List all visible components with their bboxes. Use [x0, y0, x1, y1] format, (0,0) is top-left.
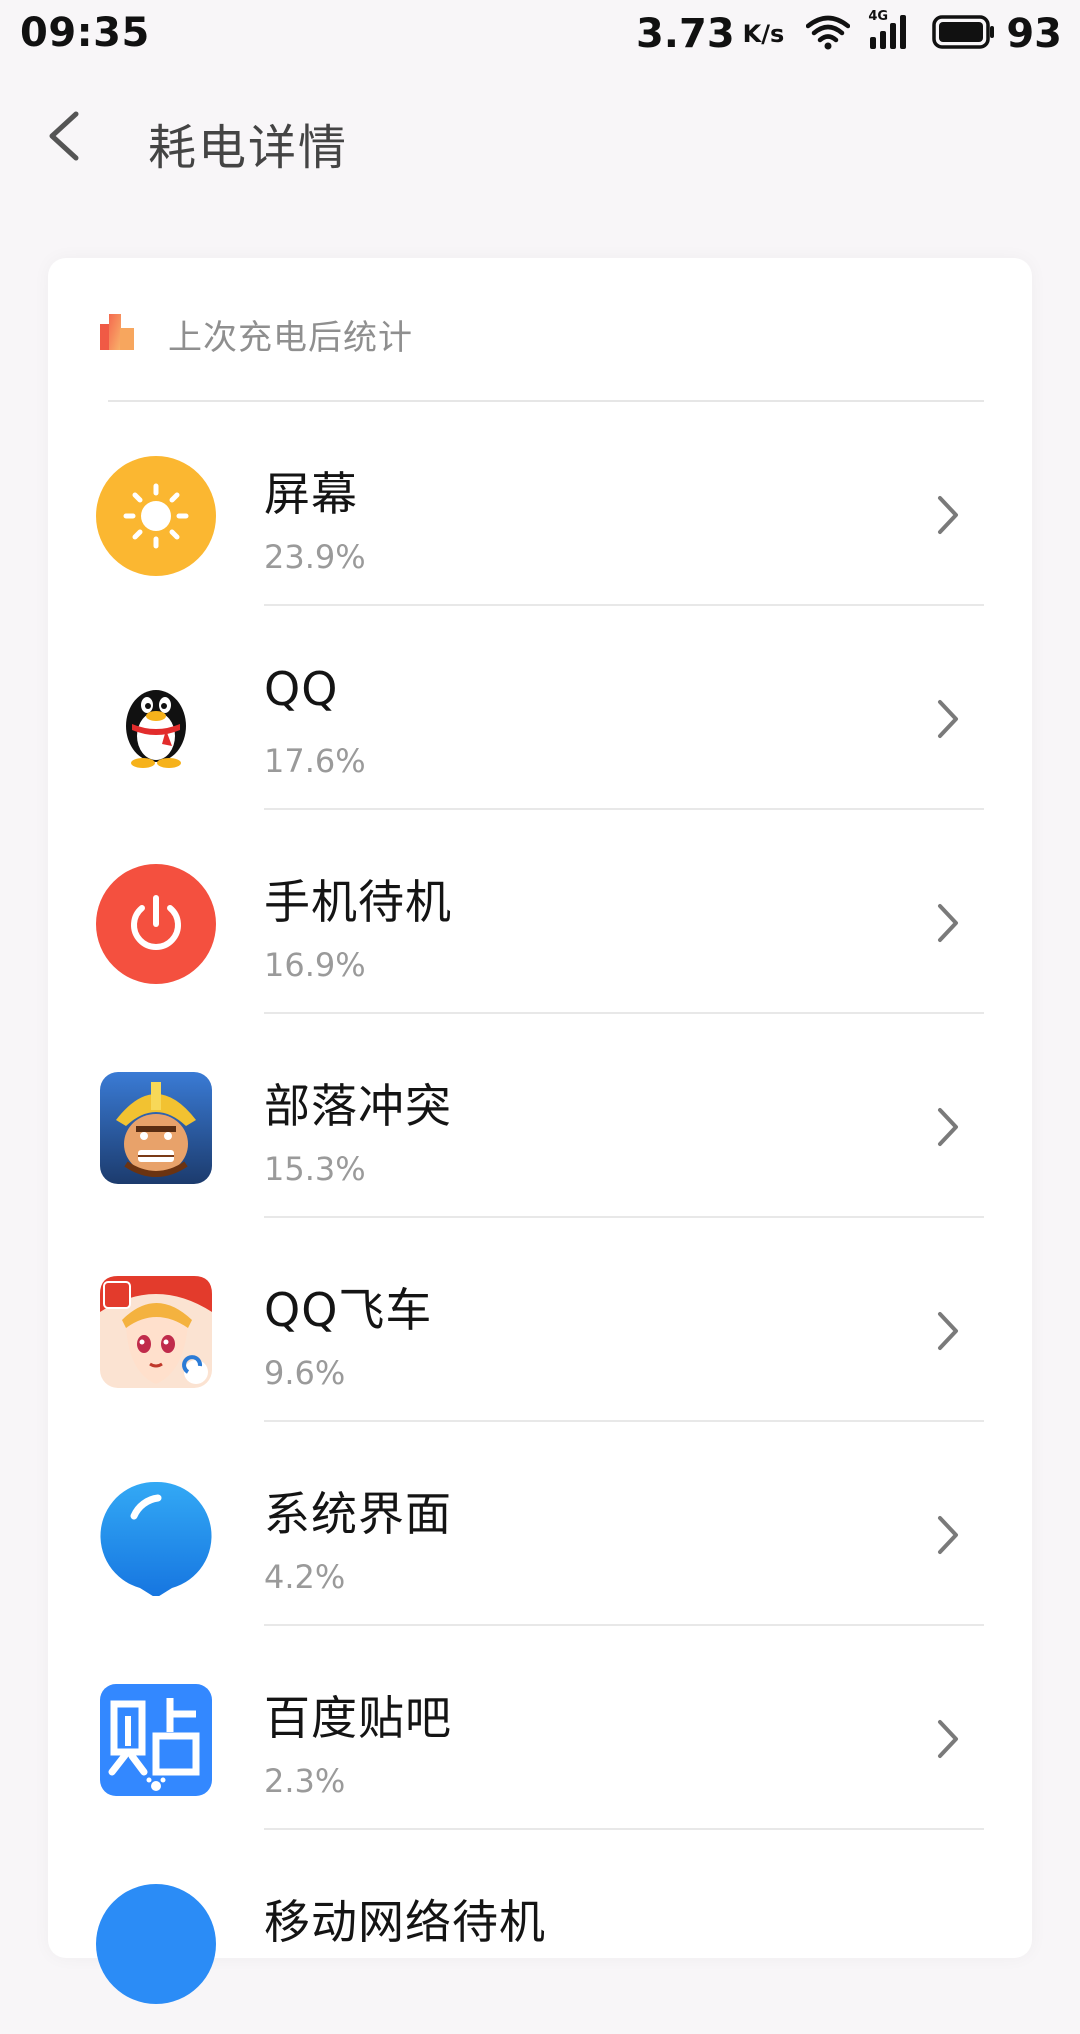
chevron-right-icon — [938, 496, 958, 534]
page-title: 耗电详情 — [148, 120, 349, 176]
list-item-phone-standby[interactable]: 手机待机 16.9% — [48, 810, 1032, 1014]
item-percent: 4.2% — [264, 1558, 346, 1596]
baidu-tieba-icon — [100, 1684, 212, 1796]
item-name: 系统界面 — [264, 1487, 452, 1541]
chevron-right-icon — [938, 700, 958, 738]
list-item-qq-speed[interactable]: QQ飞车 9.6% — [48, 1218, 1032, 1422]
chevron-right-icon — [938, 1720, 958, 1758]
usage-list: 屏幕 23.9% QQ 17.6% 手机待机 16.9% 部落冲突 15.3% … — [48, 402, 1032, 2034]
clash-of-clans-icon — [100, 1072, 212, 1184]
section-title: 上次充电后统计 — [168, 318, 413, 358]
bar-chart-icon — [100, 314, 134, 350]
status-time: 09:35 — [20, 10, 150, 56]
item-percent: 15.3% — [264, 1150, 366, 1188]
item-percent: 23.9% — [264, 538, 366, 576]
section-header: 上次充电后统计 — [48, 258, 1032, 400]
list-item-qq[interactable]: QQ 17.6% — [48, 606, 1032, 810]
list-item-mobile-network-standby[interactable]: 移动网络待机 — [48, 1830, 1032, 2034]
chevron-right-icon — [938, 904, 958, 942]
item-percent: 16.9% — [264, 946, 366, 984]
list-item-baidu-tieba[interactable]: 百度贴吧 2.3% — [48, 1626, 1032, 1830]
power-usage-card: 上次充电后统计 屏幕 23.9% QQ 17.6% 手机待机 16.9% 部落冲… — [48, 258, 1032, 2004]
item-name: QQ飞车 — [264, 1283, 433, 1337]
item-percent: 2.3% — [264, 1762, 346, 1800]
list-item-screen[interactable]: 屏幕 23.9% — [48, 402, 1032, 606]
network-speed: 3.73 — [635, 11, 735, 57]
back-arrow-icon — [49, 111, 79, 161]
item-name: QQ — [264, 662, 339, 716]
battery-level: 93 — [1006, 11, 1062, 57]
back-button[interactable] — [36, 104, 96, 168]
item-percent: 9.6% — [264, 1354, 346, 1392]
status-bar: 09:35 3.73 K/s 4G 93 — [0, 0, 1080, 68]
qq-speed-icon — [100, 1276, 212, 1388]
chevron-right-icon — [938, 1516, 958, 1554]
signal-icon: 4G — [868, 9, 914, 55]
network-type-label: 4G — [868, 9, 889, 24]
battery-icon — [932, 15, 996, 53]
item-name: 手机待机 — [264, 875, 452, 929]
chevron-right-icon — [938, 1108, 958, 1146]
qq-penguin-icon — [126, 690, 186, 768]
item-name: 百度贴吧 — [264, 1691, 452, 1745]
item-name: 移动网络待机 — [264, 1895, 546, 1949]
list-item-system-ui[interactable]: 系统界面 4.2% — [48, 1422, 1032, 1626]
list-item-clash-of-clans[interactable]: 部落冲突 15.3% — [48, 1014, 1032, 1218]
item-percent: 17.6% — [264, 742, 366, 780]
app-bar: 耗电详情 — [0, 68, 1080, 208]
power-icon — [96, 864, 216, 984]
system-ui-icon — [100, 1481, 212, 1596]
wifi-icon — [806, 14, 851, 54]
screen-brightness-icon — [96, 456, 216, 576]
item-name: 部落冲突 — [264, 1079, 452, 1133]
status-icons: 3.73 K/s 4G 93 — [636, 8, 1062, 60]
item-name: 屏幕 — [264, 467, 358, 521]
network-speed-unit: K/s — [742, 20, 785, 48]
mobile-network-icon — [96, 1884, 216, 2004]
chevron-right-icon — [938, 1312, 958, 1350]
